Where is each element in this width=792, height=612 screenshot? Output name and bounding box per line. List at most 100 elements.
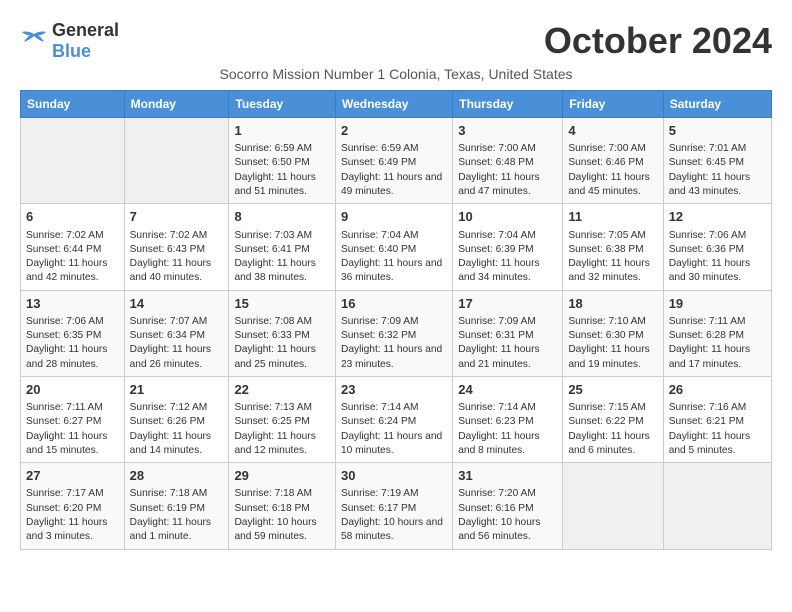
day-number: 10	[458, 208, 557, 226]
day-info: Sunrise: 7:17 AMSunset: 6:20 PMDaylight:…	[26, 487, 119, 544]
day-number: 13	[26, 295, 119, 313]
day-number: 31	[458, 467, 557, 485]
day-number: 22	[234, 381, 330, 399]
day-info: Sunrise: 7:07 AMSunset: 6:34 PMDaylight:…	[130, 315, 224, 372]
cell-w5-d7	[663, 463, 771, 549]
day-info: Sunrise: 7:01 AMSunset: 6:45 PMDaylight:…	[669, 142, 766, 199]
col-friday: Friday	[563, 91, 663, 118]
day-info: Sunrise: 7:11 AMSunset: 6:28 PMDaylight:…	[669, 315, 766, 372]
day-number: 12	[669, 208, 766, 226]
calendar-table: Sunday Monday Tuesday Wednesday Thursday…	[20, 90, 772, 550]
cell-w4-d1: 20Sunrise: 7:11 AMSunset: 6:27 PMDayligh…	[21, 376, 125, 462]
cell-w3-d5: 17 Sunrise: 7:09 AMSunset: 6:31 PMDayligh…	[453, 290, 563, 376]
day-number: 23	[341, 381, 447, 399]
day-number: 2	[341, 122, 447, 140]
cell-w1-d1	[21, 118, 125, 204]
col-monday: Monday	[124, 91, 229, 118]
day-info: Sunrise: 7:02 AMSunset: 6:44 PMDaylight:…	[26, 229, 119, 286]
cell-w5-d3: 29 Sunrise: 7:18 AMSunset: 6:18 PMDayligh…	[229, 463, 336, 549]
cell-w4-d2: 21 Sunrise: 7:12 AMSunset: 6:26 PMDayligh…	[124, 376, 229, 462]
day-info: Sunrise: 7:08 AMSunset: 6:33 PMDaylight:…	[234, 315, 330, 372]
day-number: 14	[130, 295, 224, 313]
day-number: 6	[26, 208, 119, 226]
cell-w1-d7: 5Sunrise: 7:01 AMSunset: 6:45 PMDaylight…	[663, 118, 771, 204]
cell-w2-d1: 6 Sunrise: 7:02 AMSunset: 6:44 PMDaylight…	[21, 204, 125, 290]
cell-w2-d2: 7 Sunrise: 7:02 AMSunset: 6:43 PMDaylight…	[124, 204, 229, 290]
logo: General Blue	[20, 20, 119, 62]
header: General Blue October 2024	[20, 20, 772, 62]
cell-w3-d1: 13 Sunrise: 7:06 AMSunset: 6:35 PMDayligh…	[21, 290, 125, 376]
logo-text: General Blue	[52, 20, 119, 62]
day-number: 28	[130, 467, 224, 485]
day-info: Sunrise: 7:09 AMSunset: 6:32 PMDaylight:…	[341, 315, 447, 372]
header-row: Sunday Monday Tuesday Wednesday Thursday…	[21, 91, 772, 118]
cell-w4-d3: 22Sunrise: 7:13 AMSunset: 6:25 PMDayligh…	[229, 376, 336, 462]
day-number: 30	[341, 467, 447, 485]
cell-w4-d4: 23 Sunrise: 7:14 AMSunset: 6:24 PMDayligh…	[335, 376, 452, 462]
cell-w5-d6	[563, 463, 663, 549]
day-info: Sunrise: 7:03 AMSunset: 6:41 PMDaylight:…	[234, 229, 330, 286]
cell-w5-d5: 31 Sunrise: 7:20 AMSunset: 6:16 PMDayligh…	[453, 463, 563, 549]
day-number: 20	[26, 381, 119, 399]
day-number: 17	[458, 295, 557, 313]
day-info: Sunrise: 7:16 AMSunset: 6:21 PMDaylight:…	[669, 401, 766, 458]
day-number: 29	[234, 467, 330, 485]
cell-w3-d2: 14 Sunrise: 7:07 AMSunset: 6:34 PMDayligh…	[124, 290, 229, 376]
day-info: Sunrise: 7:15 AMSunset: 6:22 PMDaylight:…	[568, 401, 657, 458]
day-number: 21	[130, 381, 224, 399]
cell-w1-d6: 4 Sunrise: 7:00 AMSunset: 6:46 PMDaylight…	[563, 118, 663, 204]
day-number: 25	[568, 381, 657, 399]
day-number: 16	[341, 295, 447, 313]
cell-w1-d4: 2 Sunrise: 6:59 AMSunset: 6:49 PMDaylight…	[335, 118, 452, 204]
calendar-header: Sunday Monday Tuesday Wednesday Thursday…	[21, 91, 772, 118]
cell-w3-d6: 18Sunrise: 7:10 AMSunset: 6:30 PMDayligh…	[563, 290, 663, 376]
cell-w1-d2	[124, 118, 229, 204]
cell-w3-d3: 15 Sunrise: 7:08 AMSunset: 6:33 PMDayligh…	[229, 290, 336, 376]
cell-w2-d5: 10 Sunrise: 7:04 AMSunset: 6:39 PMDayligh…	[453, 204, 563, 290]
day-info: Sunrise: 7:00 AMSunset: 6:46 PMDaylight:…	[568, 142, 657, 199]
day-info: Sunrise: 7:09 AMSunset: 6:31 PMDaylight:…	[458, 315, 557, 372]
day-number: 27	[26, 467, 119, 485]
cell-w4-d6: 25 Sunrise: 7:15 AMSunset: 6:22 PMDayligh…	[563, 376, 663, 462]
day-info: Sunrise: 7:20 AMSunset: 6:16 PMDaylight:…	[458, 487, 557, 544]
calendar-subtitle: Socorro Mission Number 1 Colonia, Texas,…	[20, 66, 772, 82]
day-number: 8	[234, 208, 330, 226]
cell-w5-d4: 30 Sunrise: 7:19 AMSunset: 6:17 PMDayligh…	[335, 463, 452, 549]
cell-w2-d3: 8 Sunrise: 7:03 AMSunset: 6:41 PMDaylight…	[229, 204, 336, 290]
day-info: Sunrise: 7:10 AMSunset: 6:30 PMDaylight:…	[568, 315, 657, 372]
day-info: Sunrise: 7:12 AMSunset: 6:26 PMDaylight:…	[130, 401, 224, 458]
logo-blue: Blue	[52, 41, 91, 61]
col-wednesday: Wednesday	[335, 91, 452, 118]
day-info: Sunrise: 7:18 AMSunset: 6:19 PMDaylight:…	[130, 487, 224, 544]
col-sunday: Sunday	[21, 91, 125, 118]
day-info: Sunrise: 7:06 AMSunset: 6:36 PMDaylight:…	[669, 229, 766, 286]
cell-w4-d7: 26 Sunrise: 7:16 AMSunset: 6:21 PMDayligh…	[663, 376, 771, 462]
cell-w5-d1: 27 Sunrise: 7:17 AMSunset: 6:20 PMDayligh…	[21, 463, 125, 549]
day-info: Sunrise: 7:18 AMSunset: 6:18 PMDaylight:…	[234, 487, 330, 544]
cell-w2-d7: 12 Sunrise: 7:06 AMSunset: 6:36 PMDayligh…	[663, 204, 771, 290]
day-number: 3	[458, 122, 557, 140]
calendar-body: 1Sunrise: 6:59 AMSunset: 6:50 PMDaylight…	[21, 118, 772, 550]
day-info: Sunrise: 7:06 AMSunset: 6:35 PMDaylight:…	[26, 315, 119, 372]
cell-w3-d4: 16 Sunrise: 7:09 AMSunset: 6:32 PMDayligh…	[335, 290, 452, 376]
day-info: Sunrise: 7:14 AMSunset: 6:24 PMDaylight:…	[341, 401, 447, 458]
day-number: 15	[234, 295, 330, 313]
logo-icon	[20, 30, 48, 52]
col-thursday: Thursday	[453, 91, 563, 118]
cell-w4-d5: 24Sunrise: 7:14 AMSunset: 6:23 PMDayligh…	[453, 376, 563, 462]
week-row-4: 20Sunrise: 7:11 AMSunset: 6:27 PMDayligh…	[21, 376, 772, 462]
day-info: Sunrise: 6:59 AMSunset: 6:50 PMDaylight:…	[234, 142, 330, 199]
day-info: Sunrise: 7:04 AMSunset: 6:40 PMDaylight:…	[341, 229, 447, 286]
col-saturday: Saturday	[663, 91, 771, 118]
cell-w1-d5: 3 Sunrise: 7:00 AMSunset: 6:48 PMDaylight…	[453, 118, 563, 204]
day-info: Sunrise: 7:00 AMSunset: 6:48 PMDaylight:…	[458, 142, 557, 199]
day-number: 7	[130, 208, 224, 226]
day-info: Sunrise: 7:02 AMSunset: 6:43 PMDaylight:…	[130, 229, 224, 286]
day-number: 11	[568, 208, 657, 226]
day-info: Sunrise: 7:04 AMSunset: 6:39 PMDaylight:…	[458, 229, 557, 286]
day-number: 4	[568, 122, 657, 140]
week-row-1: 1Sunrise: 6:59 AMSunset: 6:50 PMDaylight…	[21, 118, 772, 204]
day-info: Sunrise: 6:59 AMSunset: 6:49 PMDaylight:…	[341, 142, 447, 199]
day-number: 26	[669, 381, 766, 399]
day-info: Sunrise: 7:19 AMSunset: 6:17 PMDaylight:…	[341, 487, 447, 544]
